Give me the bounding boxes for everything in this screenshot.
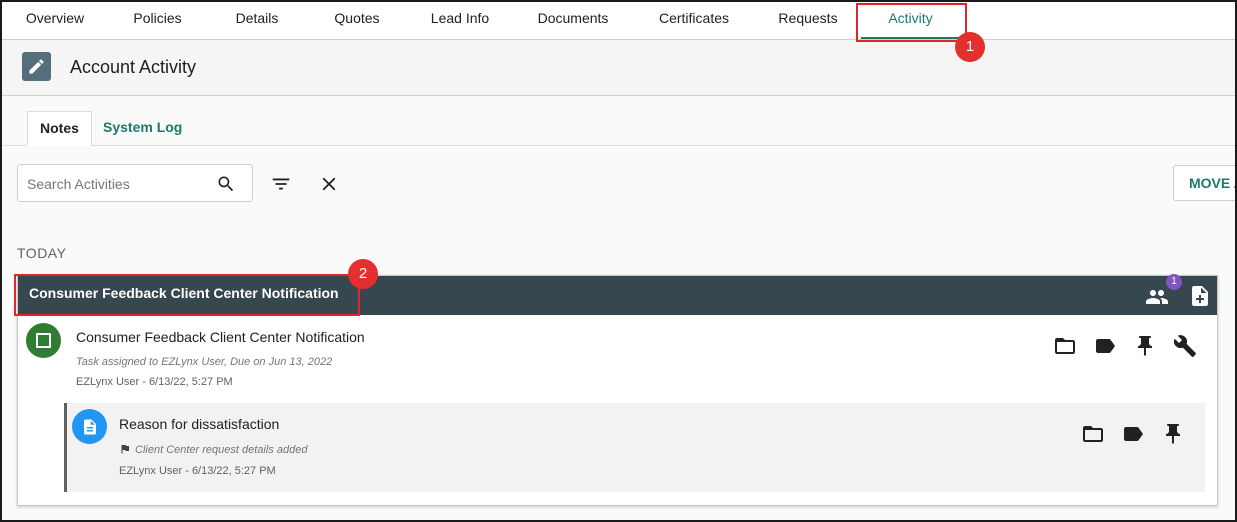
search-input[interactable]	[27, 174, 207, 194]
label-icon[interactable]	[1121, 422, 1145, 446]
task-author-meta: EZLynx User - 6/13/22, 5:27 PM	[76, 376, 233, 388]
note-description-text: Client Center request details added	[135, 444, 308, 456]
participants-count-badge: 1	[1166, 274, 1182, 290]
section-label-today: TODAY	[17, 245, 67, 261]
task-checkbox-icon[interactable]	[26, 323, 61, 358]
document-icon	[72, 409, 107, 444]
folder-icon[interactable]	[1081, 422, 1105, 446]
task-title[interactable]: Consumer Feedback Client Center Notifica…	[76, 329, 365, 345]
tab-lead-info[interactable]: Lead Info	[421, 2, 499, 39]
pin-icon[interactable]	[1133, 334, 1157, 358]
task-assignment: Task assigned to EZLynx User, Due on Jun…	[76, 356, 333, 368]
top-nav: Overview Policies Details Quotes Lead In…	[2, 2, 1235, 40]
clear-filter-icon[interactable]	[318, 173, 340, 195]
search-icon[interactable]	[216, 174, 236, 194]
edit-note-icon	[22, 52, 51, 81]
move-activities-button[interactable]: MOVE A	[1173, 165, 1237, 201]
flag-icon	[121, 445, 129, 454]
tab-policies[interactable]: Policies	[122, 2, 193, 39]
step-badge-1: 1	[955, 32, 985, 62]
subtab-system-log[interactable]: System Log	[91, 111, 194, 146]
subtab-notes[interactable]: Notes	[27, 111, 92, 146]
page-title: Account Activity	[70, 57, 197, 77]
note-description: Client Center request details added	[119, 443, 307, 456]
tab-details[interactable]: Details	[226, 2, 288, 39]
note-author-meta: EZLynx User - 6/13/22, 5:27 PM	[119, 465, 276, 477]
wrench-icon[interactable]	[1173, 334, 1197, 358]
tab-certificates[interactable]: Certificates	[648, 2, 740, 39]
note-add-icon[interactable]	[1188, 284, 1212, 308]
tab-overview[interactable]: Overview	[12, 2, 98, 39]
folder-icon[interactable]	[1053, 334, 1077, 358]
tab-quotes[interactable]: Quotes	[324, 2, 390, 39]
search-box	[17, 164, 253, 202]
tab-requests[interactable]: Requests	[770, 2, 846, 39]
note-title[interactable]: Reason for dissatisfaction	[119, 416, 279, 432]
pin-icon[interactable]	[1161, 422, 1185, 446]
note-item: Reason for dissatisfaction Client Center…	[64, 403, 1205, 492]
label-icon[interactable]	[1093, 334, 1117, 358]
filter-icon[interactable]	[270, 173, 292, 195]
task-item: Consumer Feedback Client Center Notifica…	[18, 315, 1217, 505]
activity-subtabs: Notes System Log	[2, 96, 1235, 146]
page-header: Account Activity	[2, 40, 1235, 96]
participants-icon[interactable]	[1145, 285, 1169, 309]
step-badge-2: 2	[348, 259, 378, 289]
highlight-activity-tab	[856, 3, 967, 42]
tab-documents[interactable]: Documents	[529, 2, 617, 39]
highlight-activity-title	[14, 274, 360, 316]
